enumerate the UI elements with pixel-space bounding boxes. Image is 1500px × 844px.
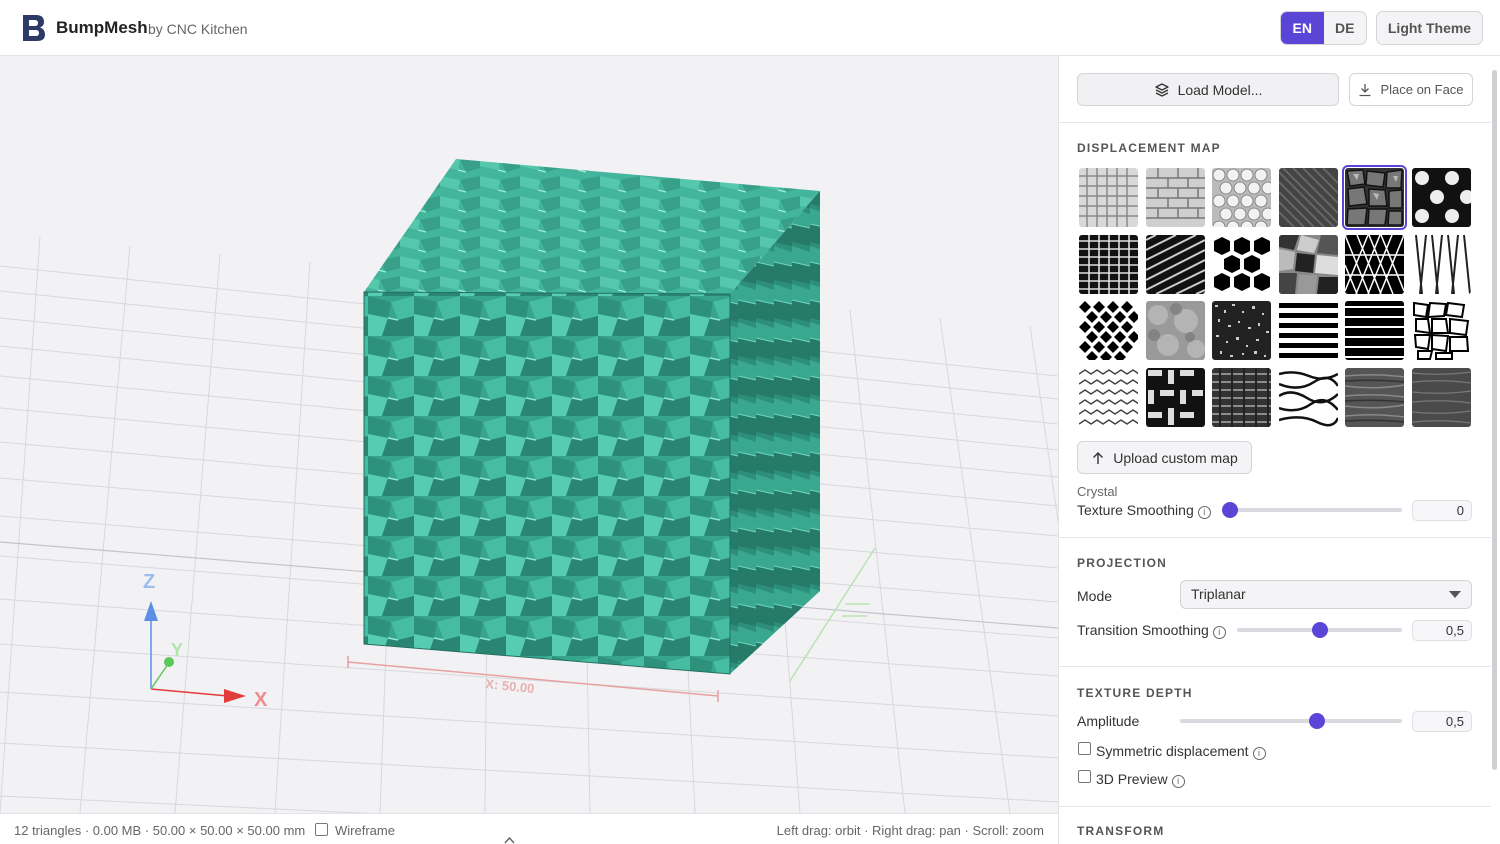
info-icon[interactable]: i	[1252, 747, 1266, 760]
upload-custom-map-label: Upload custom map	[1113, 449, 1238, 466]
app-subtitle: by CNC Kitchen	[148, 21, 248, 37]
texture-diagonal[interactable]	[1146, 235, 1205, 294]
mode-select-value: Triplanar	[1191, 586, 1246, 602]
texture-voronoi[interactable]	[1412, 301, 1471, 360]
3d-preview-text: 3D Preview	[1096, 771, 1168, 787]
arrow-up-icon	[1093, 451, 1104, 464]
app-title: BumpMesh	[56, 18, 148, 37]
selected-texture-name: Crystal	[1077, 484, 1118, 499]
app-header: BumpMesh by CNC Kitchen EN DE Light Them…	[0, 0, 1500, 56]
load-model-label: Load Model...	[1177, 81, 1263, 98]
settings-panel: Load Model... Place on Face DISPLACEMENT…	[1058, 56, 1500, 844]
texture-wood-dark[interactable]	[1345, 368, 1404, 427]
texture-circles[interactable]	[1212, 168, 1271, 227]
panel-scrollbar-thumb[interactable]	[1492, 70, 1497, 770]
texture-grid-pattern[interactable]	[1079, 168, 1138, 227]
load-model-button[interactable]: Load Model...	[1077, 73, 1339, 106]
divider	[1059, 666, 1491, 667]
amplitude-slider-thumb[interactable]	[1309, 713, 1325, 729]
texture-bricks[interactable]	[1146, 168, 1205, 227]
texture-zigzag[interactable]	[1079, 368, 1138, 427]
texture-wood-grain[interactable]	[1412, 368, 1471, 427]
viewport-canvas[interactable]: X: 50.00 Z Y X	[0, 56, 1058, 813]
texture-basket[interactable]	[1146, 368, 1205, 427]
amplitude-slider[interactable]	[1180, 719, 1402, 723]
texture-smoothing-input[interactable]: 0	[1412, 500, 1472, 521]
status-bar: 12 triangles · 0.00 MB · 50.00 × 50.00 ×…	[0, 813, 1058, 844]
3d-viewport[interactable]: X: 50.00 Z Y X	[0, 56, 1058, 813]
axis-x-label: X	[254, 689, 268, 711]
place-on-face-label: Place on Face	[1380, 82, 1464, 97]
symmetric-displacement-label[interactable]: Symmetric displacement i	[1096, 743, 1266, 760]
chevron-down-icon	[1449, 591, 1461, 598]
texture-knit[interactable]	[1412, 235, 1471, 294]
texture-speckle[interactable]	[1212, 301, 1271, 360]
texture-mesh[interactable]	[1212, 368, 1271, 427]
controls-hint: Left drag: orbit · Right drag: pan · Scr…	[776, 823, 1044, 838]
texture-dots[interactable]	[1412, 168, 1471, 227]
axis-y-label: Y	[171, 640, 183, 660]
texture-noise[interactable]	[1146, 301, 1205, 360]
texture-smoothing-slider[interactable]	[1224, 508, 1402, 512]
texture-smoothing-text: Texture Smoothing	[1077, 502, 1194, 518]
divider	[1059, 122, 1491, 123]
info-icon[interactable]: i	[1171, 775, 1185, 788]
texture-crystal[interactable]	[1342, 165, 1407, 230]
texture-triangles[interactable]	[1345, 235, 1404, 294]
texture-weave-grid[interactable]	[1079, 235, 1138, 294]
transition-smoothing-input[interactable]: 0,5	[1412, 620, 1472, 641]
axis-gizmo: Z Y X	[143, 571, 268, 711]
transform-title: TRANSFORM	[1077, 824, 1165, 838]
divider	[1059, 806, 1491, 807]
language-switch: EN DE	[1280, 11, 1367, 45]
transition-smoothing-text: Transition Smoothing	[1077, 622, 1209, 638]
texture-diamonds[interactable]	[1079, 301, 1138, 360]
symmetric-displacement-text: Symmetric displacement	[1096, 743, 1249, 759]
upload-custom-map-button[interactable]: Upload custom map	[1077, 441, 1252, 474]
projection-title: PROJECTION	[1077, 556, 1168, 570]
texture-grid	[1079, 165, 1472, 428]
3d-preview-label[interactable]: 3D Preview i	[1096, 771, 1185, 788]
displacement-map-title: DISPLACEMENT MAP	[1077, 141, 1221, 155]
texture-carbon[interactable]	[1279, 168, 1338, 227]
wireframe-label[interactable]: Wireframe	[335, 823, 395, 838]
symmetric-displacement-checkbox[interactable]	[1078, 742, 1091, 755]
texture-smoothing-label: Texture Smoothing i	[1077, 502, 1211, 519]
transition-smoothing-slider-thumb[interactable]	[1312, 622, 1328, 638]
place-on-face-button[interactable]: Place on Face	[1349, 73, 1473, 106]
texture-stripes[interactable]	[1279, 301, 1338, 360]
download-icon	[1359, 83, 1371, 96]
bumpmesh-logo-icon	[23, 15, 45, 41]
lang-de-button[interactable]: DE	[1323, 12, 1366, 44]
layers-icon	[1154, 82, 1169, 97]
axis-z-label: Z	[143, 571, 155, 593]
amplitude-input[interactable]: 0,5	[1412, 711, 1472, 732]
theme-toggle-button[interactable]: Light Theme	[1376, 11, 1483, 45]
texture-camo[interactable]	[1279, 235, 1338, 294]
divider	[1059, 537, 1491, 538]
texture-depth-title: TEXTURE DEPTH	[1077, 686, 1193, 700]
texture-stripes-thick[interactable]	[1345, 301, 1404, 360]
texture-smoothing-slider-thumb[interactable]	[1222, 502, 1238, 518]
info-icon[interactable]: i	[1197, 506, 1211, 519]
texture-hexagons[interactable]	[1212, 235, 1271, 294]
3d-preview-checkbox[interactable]	[1078, 770, 1091, 783]
textured-cube-mesh[interactable]	[363, 159, 820, 675]
lang-en-button[interactable]: EN	[1281, 12, 1324, 44]
chevron-up-icon[interactable]	[503, 835, 516, 844]
wireframe-checkbox[interactable]	[315, 823, 328, 836]
mesh-stats: 12 triangles · 0.00 MB · 50.00 × 50.00 ×…	[14, 823, 306, 838]
mode-select[interactable]: Triplanar	[1180, 580, 1472, 609]
info-icon[interactable]: i	[1212, 626, 1226, 639]
texture-wood-rings[interactable]	[1279, 368, 1338, 427]
transition-smoothing-label: Transition Smoothing i	[1077, 622, 1226, 639]
amplitude-label: Amplitude	[1077, 713, 1140, 729]
mode-label: Mode	[1077, 588, 1113, 604]
